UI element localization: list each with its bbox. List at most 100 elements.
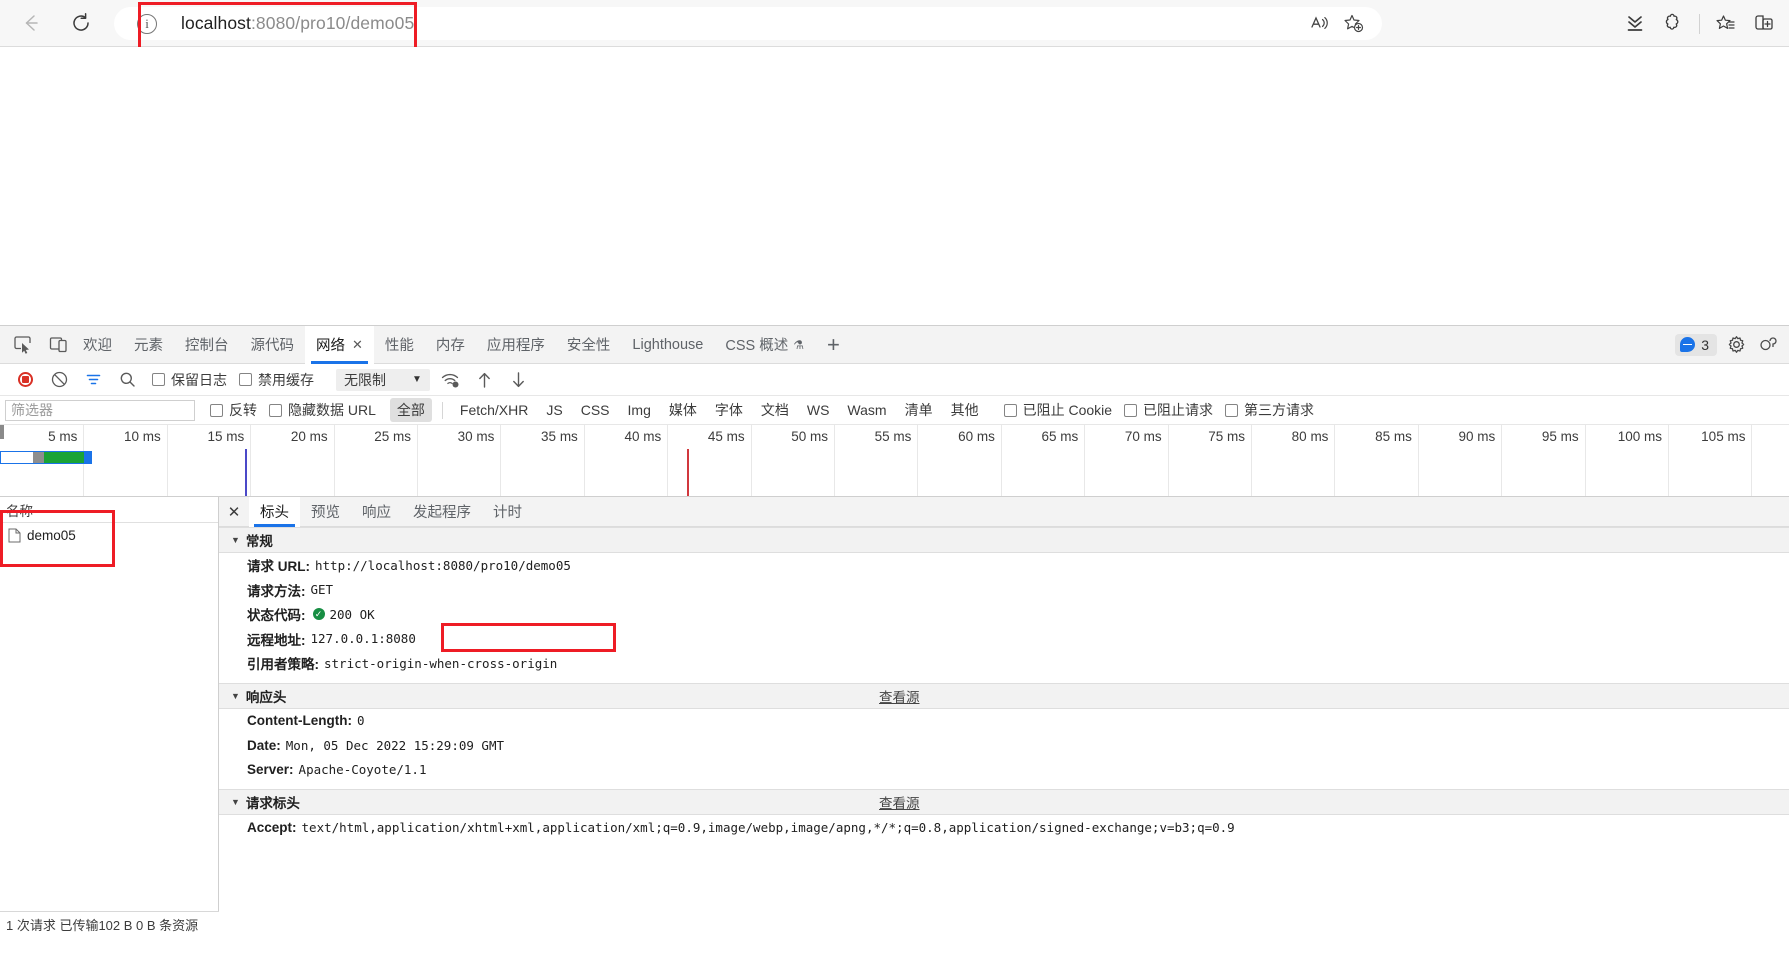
checkbox-box[interactable] [152,373,165,386]
inspect-element-icon[interactable] [8,331,36,359]
tab-welcome[interactable]: 欢迎 [72,326,123,364]
reload-icon[interactable] [64,6,98,40]
blocked-cookies-label: 已阻止 Cookie [1022,402,1113,418]
record-stop-icon[interactable] [15,370,35,390]
hide-data-url-checkbox[interactable]: 隐藏数据 URL [269,400,388,420]
disable-cache-checkbox[interactable]: 禁用缓存 [239,370,326,390]
filter-input[interactable]: 筛选器 [5,399,195,421]
filter-type-manifest[interactable]: 清单 [898,398,940,422]
favorites-icon[interactable] [1707,7,1745,40]
add-favorite-icon[interactable] [1338,9,1368,39]
filter-type-css[interactable]: CSS [574,400,617,420]
network-split-panes: 名称 demo05 1 次请求 已传输102 B 0 B 条资源 ✕ 标头 预览… [0,496,1789,937]
tab-label: 欢迎 [83,338,112,354]
search-icon[interactable] [114,369,140,391]
tab-lighthouse[interactable]: Lighthouse [621,326,714,364]
detail-tab-initiator[interactable]: 发起程序 [402,497,482,527]
tab-sources[interactable]: 源代码 [240,326,306,364]
view-source-link[interactable]: 查看源 [879,686,920,706]
tab-application[interactable]: 应用程序 [476,326,556,364]
timeline-tick-label: 25 ms [374,429,412,444]
clear-icon[interactable] [46,369,72,391]
tab-memory[interactable]: 内存 [425,326,476,364]
read-aloud-icon[interactable] [1304,9,1334,39]
filter-type-ws[interactable]: WS [800,400,837,420]
column-header-name[interactable]: 名称 [0,497,218,523]
close-icon[interactable]: ✕ [352,337,363,353]
extensions-icon[interactable] [1654,7,1692,40]
headers-detail-body: ▼ 常规 请求 URL: http://localhost:8080/pro10… [219,527,1789,937]
section-header-response-headers[interactable]: ▼ 响应头 查看源 [219,682,1789,709]
add-panel-button[interactable]: + [827,332,840,358]
tab-network[interactable]: 网络 ✕ [305,325,374,364]
filter-type-media[interactable]: 媒体 [662,398,704,422]
timeline-tick-label: 105 ms [1701,429,1746,444]
header-value: 0 [356,713,365,729]
detail-tab-headers[interactable]: 标头 [249,496,300,527]
preserve-log-checkbox[interactable]: 保留日志 [152,370,239,390]
tab-console[interactable]: 控制台 [174,326,240,364]
blocked-requests-label: 已阻止请求 [1143,402,1214,418]
checkbox-box[interactable] [239,373,252,386]
tab-performance[interactable]: 性能 [374,326,425,364]
import-har-icon[interactable] [472,369,498,391]
timeline-selection-handle[interactable] [0,425,4,439]
filter-type-img[interactable]: Img [621,400,658,420]
checkbox-box[interactable] [1225,403,1239,417]
invert-checkbox[interactable]: 反转 [210,400,269,420]
timeline-gridline [166,425,168,496]
back-arrow-icon[interactable] [14,6,48,40]
table-row[interactable]: demo05 [0,523,218,548]
chevron-down-icon: ▼ [231,535,240,545]
export-har-icon[interactable] [506,369,532,391]
tab-elements[interactable]: 元素 [123,326,174,364]
message-count-badge[interactable]: 3 [1675,333,1717,356]
network-conditions-icon[interactable] [438,369,464,391]
filter-type-js[interactable]: JS [539,400,569,420]
section-header-general[interactable]: ▼ 常规 [219,527,1789,553]
header-row-request-url: 请求 URL: http://localhost:8080/pro10/demo… [219,553,1789,578]
timeline-gridline [750,425,752,496]
timeline-gridline [583,425,585,496]
document-file-icon [8,528,21,543]
checkbox-box[interactable] [1003,403,1017,417]
checkbox-box[interactable] [269,403,282,417]
site-info-icon[interactable]: i [137,13,157,34]
detail-tab-preview[interactable]: 预览 [300,497,351,527]
throttle-dropdown[interactable]: 无限制 ▼ [336,368,430,391]
blocked-cookies-checkbox[interactable]: 已阻止 Cookie [1003,400,1124,420]
filter-type-font[interactable]: 字体 [708,398,750,422]
header-key: Accept: [247,819,297,835]
filter-type-all[interactable]: 全部 [389,398,432,422]
view-source-link[interactable]: 查看源 [879,792,920,812]
customize-devtools-icon[interactable] [1755,332,1781,358]
checkbox-box[interactable] [210,403,223,417]
header-row-request-method: 请求方法: GET [219,578,1789,603]
close-icon[interactable]: ✕ [219,503,249,521]
filter-type-wasm[interactable]: Wasm [840,400,893,420]
section-header-request-headers[interactable]: ▼ 请求标头 查看源 [219,789,1789,815]
downloads-icon[interactable] [1616,7,1654,40]
blocked-requests-checkbox[interactable]: 已阻止请求 [1124,400,1225,420]
filter-type-doc[interactable]: 文档 [754,398,796,422]
tab-css-overview[interactable]: CSS 概述 ⚗ [714,326,815,364]
network-overview-timeline[interactable]: 5 ms 10 ms 15 ms 20 ms 25 ms 30 ms 35 ms 40 ms 4… [0,425,1789,497]
timeline-tick-label: 70 ms [1124,429,1162,444]
detail-tab-label: 响应 [362,505,391,521]
tab-label: 内存 [435,338,465,354]
filter-type-other[interactable]: 其他 [944,398,986,422]
address-bar[interactable]: i localhost:8080/pro10/demo05 [114,7,1382,40]
header-row-date: Date: Mon, 05 Dec 2022 15:29:09 GMT [219,733,1789,758]
detail-tab-timing[interactable]: 计时 [482,497,533,527]
device-toolbar-icon[interactable] [44,331,72,359]
gear-icon[interactable] [1723,332,1749,358]
detail-tab-response[interactable]: 响应 [351,497,402,527]
filter-icon[interactable] [80,369,106,391]
filter-type-fetchxhr[interactable]: Fetch/XHR [453,400,535,420]
timeline-tick-label: 80 ms [1291,429,1329,444]
tab-security[interactable]: 安全性 [556,326,622,364]
third-party-checkbox[interactable]: 第三方请求 [1225,400,1326,420]
timeline-gridlines: 5 ms 10 ms 15 ms 20 ms 25 ms 30 ms 35 ms 40 ms 4… [0,425,1789,496]
split-screen-icon[interactable] [1745,7,1783,40]
checkbox-box[interactable] [1124,403,1138,417]
